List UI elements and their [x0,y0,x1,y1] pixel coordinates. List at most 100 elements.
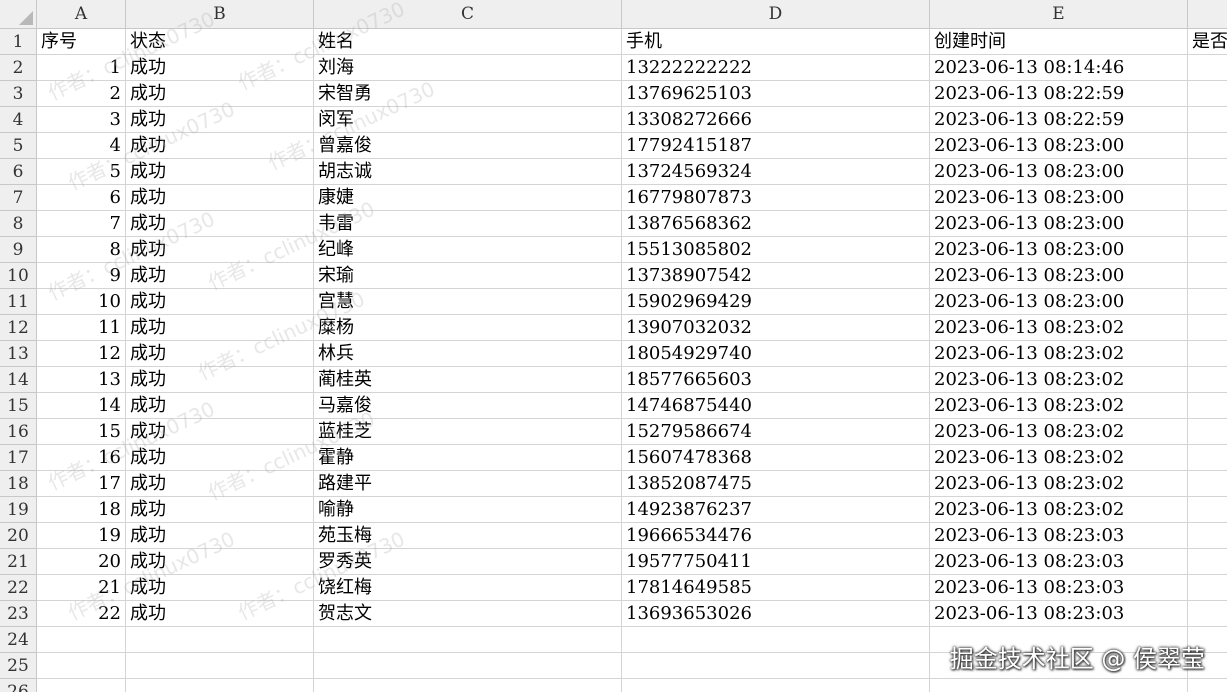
header-cell[interactable]: 姓名 [314,29,622,55]
table-cell[interactable] [1188,185,1227,211]
row-header[interactable]: 3 [0,81,37,107]
row-header[interactable]: 19 [0,497,37,523]
table-cell[interactable]: 2023-06-13 08:23:03 [930,575,1188,601]
row-header[interactable]: 1 [0,29,37,55]
table-cell[interactable]: 2023-06-13 08:23:02 [930,419,1188,445]
row-header[interactable]: 8 [0,211,37,237]
table-cell[interactable] [930,679,1188,692]
table-cell[interactable]: 18577665603 [622,367,930,393]
table-cell[interactable] [1188,419,1227,445]
row-header[interactable]: 7 [0,185,37,211]
column-header-A[interactable]: A [37,0,126,29]
table-cell[interactable] [1188,549,1227,575]
table-cell[interactable]: 成功 [126,55,314,81]
row-header[interactable]: 21 [0,549,37,575]
table-cell[interactable] [1188,601,1227,627]
table-cell[interactable] [37,679,126,692]
table-cell[interactable]: 13 [37,367,126,393]
row-header[interactable]: 15 [0,393,37,419]
column-header-E[interactable]: E [930,0,1188,29]
table-cell[interactable]: 20 [37,549,126,575]
table-cell[interactable]: 成功 [126,185,314,211]
table-cell[interactable]: 2023-06-13 08:23:00 [930,159,1188,185]
table-cell[interactable]: 19577750411 [622,549,930,575]
table-cell[interactable] [1188,523,1227,549]
table-cell[interactable]: 2023-06-13 08:22:59 [930,107,1188,133]
table-cell[interactable]: 成功 [126,367,314,393]
table-cell[interactable]: 9 [37,263,126,289]
table-cell[interactable]: 2023-06-13 08:23:02 [930,393,1188,419]
table-cell[interactable]: 胡志诚 [314,159,622,185]
table-cell[interactable]: 韦雷 [314,211,622,237]
table-cell[interactable]: 2023-06-13 08:23:03 [930,549,1188,575]
table-cell[interactable]: 成功 [126,133,314,159]
table-cell[interactable]: 8 [37,237,126,263]
table-cell[interactable]: 15902969429 [622,289,930,315]
table-cell[interactable]: 饶红梅 [314,575,622,601]
table-cell[interactable]: 7 [37,211,126,237]
table-cell[interactable]: 成功 [126,575,314,601]
row-header[interactable]: 22 [0,575,37,601]
table-cell[interactable] [37,627,126,653]
table-cell[interactable]: 2023-06-13 08:23:02 [930,471,1188,497]
table-cell[interactable]: 15 [37,419,126,445]
row-header[interactable]: 14 [0,367,37,393]
table-cell[interactable]: 成功 [126,445,314,471]
table-cell[interactable] [126,627,314,653]
row-header[interactable]: 24 [0,627,37,653]
table-cell[interactable] [1188,81,1227,107]
table-cell[interactable]: 霍静 [314,445,622,471]
table-cell[interactable]: 14923876237 [622,497,930,523]
column-header-F[interactable] [1188,0,1227,29]
table-cell[interactable]: 14 [37,393,126,419]
table-cell[interactable]: 2023-06-13 08:23:00 [930,133,1188,159]
table-cell[interactable]: 4 [37,133,126,159]
table-cell[interactable] [314,627,622,653]
table-cell[interactable]: 成功 [126,549,314,575]
table-cell[interactable] [1188,367,1227,393]
table-cell[interactable]: 13724569324 [622,159,930,185]
table-cell[interactable]: 成功 [126,81,314,107]
table-cell[interactable]: 2023-06-13 08:23:02 [930,367,1188,393]
table-cell[interactable]: 12 [37,341,126,367]
table-cell[interactable] [126,653,314,679]
table-cell[interactable]: 13693653026 [622,601,930,627]
column-header-D[interactable]: D [622,0,930,29]
column-header-C[interactable]: C [314,0,622,29]
table-cell[interactable]: 刘海 [314,55,622,81]
table-cell[interactable]: 1 [37,55,126,81]
table-cell[interactable] [1188,575,1227,601]
table-cell[interactable] [1188,263,1227,289]
table-cell[interactable]: 2023-06-13 08:23:02 [930,315,1188,341]
row-header[interactable]: 10 [0,263,37,289]
table-cell[interactable]: 罗秀英 [314,549,622,575]
table-cell[interactable] [314,679,622,692]
table-cell[interactable] [37,653,126,679]
table-cell[interactable] [1188,315,1227,341]
table-cell[interactable] [1188,289,1227,315]
table-cell[interactable]: 2023-06-13 08:23:00 [930,263,1188,289]
table-cell[interactable]: 成功 [126,393,314,419]
table-cell[interactable] [1188,471,1227,497]
table-cell[interactable]: 13222222222 [622,55,930,81]
table-cell[interactable]: 18 [37,497,126,523]
table-cell[interactable]: 2023-06-13 08:23:03 [930,523,1188,549]
row-header[interactable]: 6 [0,159,37,185]
table-cell[interactable]: 14746875440 [622,393,930,419]
row-header[interactable]: 2 [0,55,37,81]
table-cell[interactable]: 蓝桂芝 [314,419,622,445]
table-cell[interactable] [622,679,930,692]
row-header[interactable]: 18 [0,471,37,497]
table-cell[interactable] [622,653,930,679]
table-cell[interactable]: 糜杨 [314,315,622,341]
table-cell[interactable] [126,679,314,692]
table-cell[interactable]: 13308272666 [622,107,930,133]
table-cell[interactable]: 13876568362 [622,211,930,237]
header-cell[interactable]: 状态 [126,29,314,55]
table-cell[interactable] [1188,211,1227,237]
table-cell[interactable]: 11 [37,315,126,341]
row-header[interactable]: 25 [0,653,37,679]
table-cell[interactable]: 3 [37,107,126,133]
table-cell[interactable]: 成功 [126,211,314,237]
table-cell[interactable]: 16 [37,445,126,471]
